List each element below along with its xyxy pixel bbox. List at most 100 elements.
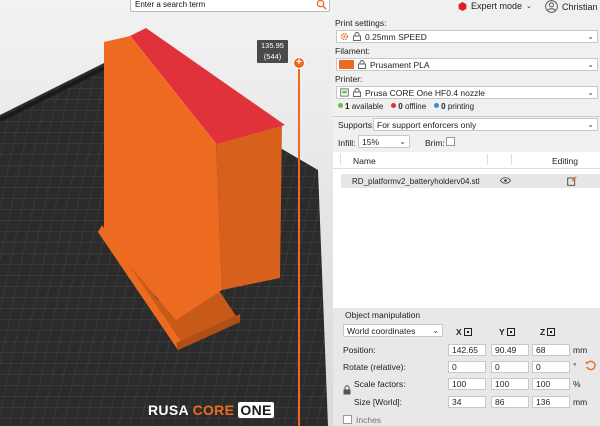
layer-number-value: (544) [263,52,282,61]
layer-slider-handle[interactable]: + [293,57,305,69]
edit-settings-icon[interactable] [567,176,577,186]
chevron-down-icon: ⌄ [587,88,594,97]
layer-height-value: 135.95 [261,41,284,50]
printer-status: 1 available 0 offline 0 printing [338,102,474,111]
chevron-down-icon: ⌄ [399,137,406,146]
rotate-label: Rotate (relative): [343,362,406,372]
brim-checkbox[interactable] [446,137,455,146]
object-manipulation-panel: Object manipulation World coordinates ⌄ … [333,308,600,426]
filament-label: Filament: [335,46,370,56]
position-z-field[interactable]: 68 [532,344,570,356]
printer-combo[interactable]: Prusa CORE One HF0.4 nozzle ⌄ [336,86,598,99]
rotate-x-field[interactable]: 0 [448,361,486,373]
offline-text: offline [404,102,427,111]
brim-label: Brim: [425,138,445,148]
position-x-field[interactable]: 142.65 [448,344,486,356]
offline-dot-icon [391,103,397,108]
bed-logo-one: ONE [238,402,274,418]
print-bed-scene[interactable] [0,0,333,426]
position-label: Position: [343,345,376,355]
chevron-down-icon: ⌄ [587,120,594,129]
axis-y-header: Y [499,327,515,337]
filament-value: Prusament PLA [370,59,430,70]
filament-combo[interactable]: Prusament PLA ⌄ [336,58,598,71]
printing-count: 0 [441,102,446,111]
printer-label: Printer: [335,74,363,84]
size-label: Size [World]: [354,397,403,407]
printing-text: printing [447,102,475,111]
layer-slider-track[interactable] [298,62,300,426]
printer-icon [340,88,349,97]
supports-label: Supports: [338,120,375,130]
search-box[interactable] [130,0,330,12]
size-unit: mm [573,397,588,407]
offline-count: 0 [398,102,403,111]
chevron-down-icon: ⌄ [432,326,439,335]
filament-color-swatch[interactable] [339,60,354,69]
size-x-field[interactable]: 34 [448,396,486,408]
print-settings-value: 0.25mm SPEED [365,31,427,42]
column-separator [340,154,341,165]
status-available: 1 available [338,102,383,111]
axis-x-label: X [456,327,462,337]
supports-value: For support enforcers only [377,119,477,130]
object-manipulation-title: Object manipulation [345,310,421,320]
user-name: Christian [562,1,598,12]
user-account[interactable]: Christian [545,0,598,13]
3d-viewport[interactable]: 135.95 (544) + RUSA CORE ONE [0,0,333,426]
rotate-y-field[interactable]: 0 [491,361,529,373]
mode-selector[interactable]: Expert mode ⌄ [458,1,532,11]
avatar-icon [545,0,558,13]
available-text: available [351,102,384,111]
position-y-field[interactable]: 90.49 [491,344,529,356]
bed-logo-brand: RUSA [148,402,189,418]
expert-mode-icon [458,1,467,11]
object-list-header: Name Editing [333,152,600,169]
axis-z-header: Z [540,327,556,337]
object-list[interactable]: Name Editing RD_platformv2_batteryholder… [333,152,600,310]
rotate-z-field[interactable]: 0 [532,361,570,373]
scale-label: Scale factors: [354,379,406,389]
available-dot-icon [338,103,343,108]
scale-x-field[interactable]: 100 [448,378,486,390]
scale-y-field[interactable]: 100 [491,378,529,390]
inches-checkbox[interactable] [343,415,352,424]
lock-icon [353,88,361,97]
search-input[interactable] [131,0,319,11]
sidebar-panel: Print settings: 0.25mm SPEED ⌄ Filament:… [333,14,600,426]
chevron-down-icon: ⌄ [587,60,594,69]
column-separator [511,154,512,165]
table-row[interactable]: RD_platformv2_batteryholderv04.stl [341,174,600,188]
mode-label: Expert mode [471,1,523,11]
infill-combo[interactable]: 15% ⌄ [358,135,410,148]
lock-icon[interactable] [343,385,351,395]
infill-label: Infill: [338,138,356,148]
coordinate-system-combo[interactable]: World coordinates ⌄ [343,324,443,337]
bed-logo: RUSA CORE ONE [148,402,274,418]
gear-icon [340,32,349,41]
print-settings-label: Print settings: [335,18,387,28]
axis-x-header: X [456,327,472,337]
available-count: 1 [345,102,350,111]
eye-icon[interactable] [500,176,511,185]
reset-rotation-icon[interactable] [585,360,596,371]
chevron-down-icon: ⌄ [526,3,532,10]
print-settings-combo[interactable]: 0.25mm SPEED ⌄ [336,30,598,43]
scale-z-field[interactable]: 100 [532,378,570,390]
lock-icon [358,60,366,69]
printing-dot-icon [434,103,440,108]
axis-y-label: Y [499,327,505,337]
size-y-field[interactable]: 86 [491,396,529,408]
layer-height-label: 135.95 (544) [257,40,288,63]
printer-value: Prusa CORE One HF0.4 nozzle [365,87,485,98]
supports-combo[interactable]: For support enforcers only ⌄ [373,118,598,131]
status-printing: 0 printing [434,102,474,111]
size-z-field[interactable]: 136 [532,396,570,408]
object-name: RD_platformv2_batteryholderv04.stl [352,177,480,186]
model-body-side [216,125,282,290]
bed-logo-core: CORE [192,402,235,418]
search-icon[interactable] [316,0,327,10]
scale-unit: % [573,379,581,389]
column-name-header[interactable]: Name [353,156,376,166]
column-editing-header[interactable]: Editing [552,156,578,166]
